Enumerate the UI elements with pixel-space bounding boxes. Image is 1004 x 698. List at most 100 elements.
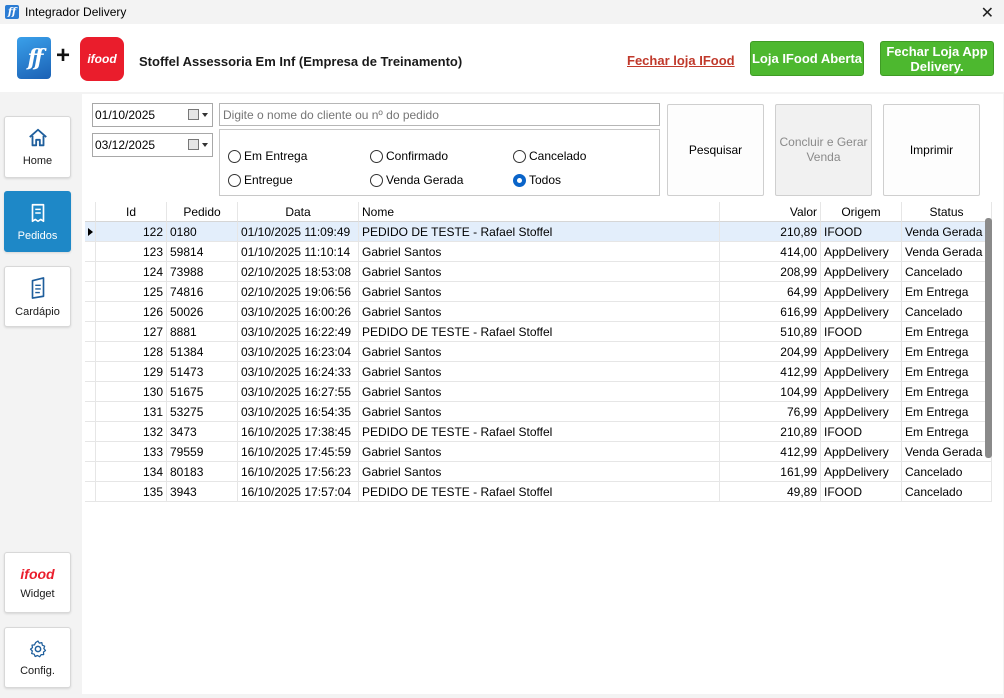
cell-valor: 412,99 (720, 362, 821, 382)
cell-origem: IFOOD (821, 422, 902, 442)
table-row[interactable]: 131 53275 03/10/2025 16:54:35 Gabriel Santo… (85, 402, 992, 422)
cell-origem: IFOOD (821, 322, 902, 342)
radio-label: Cancelado (529, 149, 587, 163)
sidebar-item-pedidos[interactable]: Pedidos (4, 191, 71, 252)
pesquisar-button[interactable]: Pesquisar (667, 104, 764, 196)
cell-origem: IFOOD (821, 482, 902, 502)
column-header-nome[interactable]: Nome (359, 202, 720, 222)
cell-nome: PEDIDO DE TESTE - Rafael Stoffel (359, 222, 720, 242)
table-row[interactable]: 129 51473 03/10/2025 16:24:33 Gabriel Santo… (85, 362, 992, 382)
table-row[interactable]: 123 59814 01/10/2025 11:10:14 Gabriel Santo… (85, 242, 992, 262)
column-header-id[interactable]: Id (96, 202, 167, 222)
table-row[interactable]: 125 74816 02/10/2025 19:06:56 Gabriel Santo… (85, 282, 992, 302)
cell-valor: 210,89 (720, 222, 821, 242)
radio-label: Venda Gerada (386, 173, 464, 187)
vertical-scrollbar[interactable] (985, 218, 992, 458)
company-name: Stoffel Assessoria Em Inf (Empresa de Tr… (139, 54, 463, 69)
table-row[interactable]: 132 3473 16/10/2025 17:38:45 PEDIDO DE TEST… (85, 422, 992, 442)
cell-origem: AppDelivery (821, 402, 902, 422)
cell-nome: PEDIDO DE TESTE - Rafael Stoffel (359, 422, 720, 442)
table-row[interactable]: 126 50026 03/10/2025 16:00:26 Gabriel Santo… (85, 302, 992, 322)
plus-icon: + (56, 42, 71, 69)
row-indicator (85, 242, 96, 262)
radio-todos[interactable]: Todos (513, 173, 561, 187)
table-row[interactable]: 124 73988 02/10/2025 18:53:08 Gabriel Santo… (85, 262, 992, 282)
row-indicator (85, 222, 96, 242)
table-row[interactable]: 128 51384 03/10/2025 16:23:04 Gabriel Santo… (85, 342, 992, 362)
cell-origem: AppDelivery (821, 342, 902, 362)
stoffel-logo: ff (17, 37, 51, 79)
calendar-dropdown-icon[interactable] (188, 109, 208, 120)
radio-label: Entregue (244, 173, 293, 187)
column-header-pedido[interactable]: Pedido (167, 202, 238, 222)
cell-pedido: 3943 (167, 482, 238, 502)
cell-id: 132 (96, 422, 167, 442)
cell-pedido: 73988 (167, 262, 238, 282)
cell-valor: 412,99 (720, 442, 821, 462)
column-header-status[interactable]: Status (902, 202, 992, 222)
cell-id: 122 (96, 222, 167, 242)
cell-id: 123 (96, 242, 167, 262)
cell-id: 124 (96, 262, 167, 282)
ifood-store-open-button[interactable]: Loja IFood Aberta (750, 41, 864, 76)
close-icon[interactable]: ✕ (981, 3, 994, 23)
sidebar-item-config[interactable]: Config. (4, 627, 71, 688)
cell-status: Em Entrega (902, 382, 992, 402)
radio-em-entrega[interactable]: Em Entrega (228, 149, 307, 163)
cell-data: 02/10/2025 18:53:08 (238, 262, 359, 282)
sidebar-item-home[interactable]: Home (4, 116, 71, 178)
cell-valor: 64,99 (720, 282, 821, 302)
sidebar-item-cardapio[interactable]: Cardápio (4, 266, 71, 327)
radio-cancelado[interactable]: Cancelado (513, 149, 586, 163)
cell-id: 126 (96, 302, 167, 322)
table-row[interactable]: 130 51675 03/10/2025 16:27:55 Gabriel Santo… (85, 382, 992, 402)
table-header: Id Pedido Data Nome Valor Origem Status (85, 202, 992, 222)
radio-venda-gerada[interactable]: Venda Gerada (370, 173, 463, 187)
row-indicator (85, 462, 96, 482)
imprimir-button[interactable]: Imprimir (883, 104, 980, 196)
row-indicator (85, 442, 96, 462)
table-row[interactable]: 134 80183 16/10/2025 17:56:23 Gabriel Santo… (85, 462, 992, 482)
cell-status: Cancelado (902, 482, 992, 502)
sidebar-item-widget[interactable]: ifood Widget (4, 552, 71, 613)
close-app-store-button[interactable]: Fechar Loja App Delivery. (880, 41, 994, 76)
cell-origem: AppDelivery (821, 262, 902, 282)
cell-pedido: 53275 (167, 402, 238, 422)
row-indicator (85, 382, 96, 402)
cell-nome: Gabriel Santos (359, 282, 720, 302)
menu-book-icon (31, 276, 44, 299)
date-to-picker[interactable]: 03/12/2025 (92, 133, 213, 157)
radio-confirmado[interactable]: Confirmado (370, 149, 448, 163)
cell-data: 16/10/2025 17:56:23 (238, 462, 359, 482)
search-input[interactable] (219, 103, 660, 126)
table-row[interactable]: 133 79559 16/10/2025 17:45:59 Gabriel Santo… (85, 442, 992, 462)
date-from-picker[interactable]: 01/10/2025 (92, 103, 213, 127)
concluir-gerar-venda-button[interactable]: Concluir e Gerar Venda (775, 104, 872, 196)
cell-pedido: 51384 (167, 342, 238, 362)
row-indicator (85, 422, 96, 442)
date-from-value: 01/10/2025 (95, 108, 156, 122)
cell-id: 134 (96, 462, 167, 482)
table-row[interactable]: 122 0180 01/10/2025 11:09:49 PEDIDO DE TEST… (85, 222, 992, 242)
radio-entregue[interactable]: Entregue (228, 173, 293, 187)
table-row[interactable]: 127 8881 03/10/2025 16:22:49 PEDIDO DE TEST… (85, 322, 992, 342)
cell-pedido: 3473 (167, 422, 238, 442)
cell-status: Cancelado (902, 462, 992, 482)
cell-valor: 414,00 (720, 242, 821, 262)
cell-valor: 161,99 (720, 462, 821, 482)
calendar-dropdown-icon[interactable] (188, 139, 208, 150)
column-header-data[interactable]: Data (238, 202, 359, 222)
receipt-icon (31, 203, 44, 222)
cell-nome: Gabriel Santos (359, 382, 720, 402)
gear-icon (29, 639, 46, 657)
cell-pedido: 80183 (167, 462, 238, 482)
column-header-origem[interactable]: Origem (821, 202, 902, 222)
column-header-valor[interactable]: Valor (720, 202, 821, 222)
cell-pedido: 8881 (167, 322, 238, 342)
cell-valor: 204,99 (720, 342, 821, 362)
table-row[interactable]: 135 3943 16/10/2025 17:57:04 PEDIDO DE TEST… (85, 482, 992, 502)
cell-status: Cancelado (902, 262, 992, 282)
close-ifood-store-link[interactable]: Fechar loja IFood (627, 53, 735, 68)
status-filter-group: Em Entrega Confirmado Cancelado Entregue… (219, 129, 660, 196)
cell-nome: Gabriel Santos (359, 302, 720, 322)
